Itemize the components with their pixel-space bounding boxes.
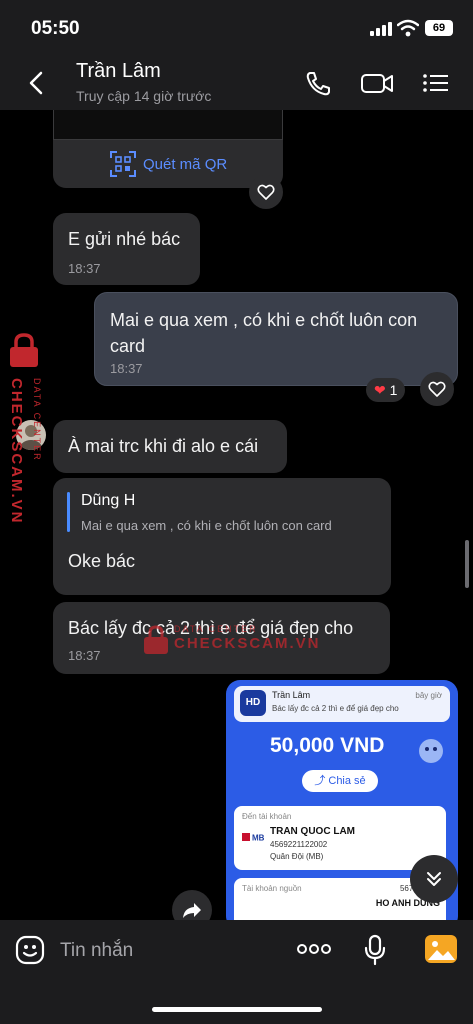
message-text: Oke bác [68,551,136,571]
recipient-account-number: 4569221122002 [270,840,328,849]
recipient-name: TRAN QUOC LAM [270,826,355,837]
gallery-icon[interactable] [424,934,458,964]
qr-image-area [53,110,283,140]
notification-title: Trần Lâm [272,690,311,700]
quote-bar [67,492,70,532]
share-icon: ⤴ [314,775,329,787]
watermark-center: DATA CENTER CHECKSCAM.VN [142,622,319,662]
receipt-notification: HD Trần Lâm Bác lấy đc cả 2 thì e để giá… [234,686,450,722]
forward-button[interactable] [172,890,212,920]
message-input[interactable]: Tin nhắn [60,940,133,962]
cellular-signal-icon [370,22,392,36]
watermark-subtext: DATA CENTER [174,624,258,634]
svg-text:MB: MB [252,834,264,843]
incoming-message[interactable]: E gửi nhé bác 18:37 [53,213,200,285]
notification-time: bây giờ [415,691,442,700]
video-call-icon[interactable] [360,70,394,96]
back-arrow-icon[interactable] [24,70,50,96]
heart-reaction-badge[interactable]: ❤ 1 [366,378,406,402]
red-heart-icon: ❤ [374,382,386,398]
status-time: 05:50 [31,18,80,39]
battery-indicator: 69 [425,20,453,36]
share-button: ⤴ Chia sẻ [302,770,378,792]
home-indicator [152,1007,322,1012]
scrollbar[interactable] [465,540,469,588]
quoted-author: Dũng H [81,492,136,509]
message-time: 18:37 [68,648,101,663]
outgoing-message[interactable]: Mai e qua xem , có khi e chốt luôn con c… [94,292,458,386]
double-chevron-down-icon [427,872,441,886]
notification-body: Bác lấy đc cả 2 thì e để giá đẹp cho [272,704,399,713]
message-input-bar: Tin nhắn [0,920,473,1024]
reaction-count: 1 [389,382,398,398]
mb-bank-logo-icon: MB [242,833,264,843]
menu-list-icon[interactable] [422,70,450,96]
status-bar: 05:50 69 [0,0,473,56]
watermark-vertical: CHECKSCAM.VN DATA CENTER [6,318,50,528]
scroll-to-bottom-button[interactable] [410,855,458,903]
contact-last-seen: Truy cập 14 giờ trước [76,88,212,104]
source-label: Tài khoản nguồn [242,884,302,893]
chat-header: Trần Lâm Truy cập 14 giờ trước [0,56,473,110]
react-button[interactable] [249,175,283,209]
react-button[interactable] [420,372,454,406]
lock-icon [10,333,38,367]
qr-code-message[interactable]: Quét mã QR [53,110,283,188]
incoming-reply-message[interactable]: Dũng H Mai e qua xem , có khi e chốt luô… [53,478,391,595]
scan-qr-label[interactable]: Quét mã QR [143,156,227,173]
message-time: 18:37 [68,261,101,276]
watermark-text: CHECKSCAM.VN [8,378,25,525]
wifi-icon [397,19,419,37]
transfer-amount: 50,000 VND [270,734,385,757]
bank-app-logo: HD [240,690,266,716]
message-text: E gửi nhé bác [68,229,181,249]
message-text: Mai e qua xem , có khi e chốt luôn con c… [110,310,418,356]
contact-name[interactable]: Trần Lâm [76,60,161,83]
quoted-text[interactable]: Mai e qua xem , có khi e chốt luôn con c… [81,518,332,533]
microphone-icon[interactable] [364,934,386,966]
more-options-icon[interactable] [296,942,332,956]
recipient-label: Đến tài khoản [242,812,292,821]
heart-outline-icon [257,184,275,200]
mascot-icon [419,739,443,763]
sticker-icon[interactable] [14,934,46,966]
heart-outline-icon [428,381,446,397]
qr-code-icon [110,151,136,177]
phone-icon[interactable] [304,70,332,96]
recipient-account-card: Đến tài khoản MB TRAN QUOC LAM 456922112… [234,806,446,870]
watermark-subtext: DATA CENTER [32,378,42,462]
message-time: 18:37 [110,361,143,376]
incoming-message[interactable]: À mai trc khi đi alo e cái [53,420,287,473]
lock-icon [144,625,168,654]
chat-area[interactable]: Quét mã QR E gửi nhé bác 18:37 Mai e qua… [0,110,473,920]
share-label: Chia sẻ [328,775,366,787]
forward-arrow-icon [183,903,201,918]
watermark-text: CHECKSCAM.VN [174,635,321,652]
message-text: À mai trc khi đi alo e cái [68,436,259,456]
recipient-bank: Quân Đội (MB) [270,852,324,861]
